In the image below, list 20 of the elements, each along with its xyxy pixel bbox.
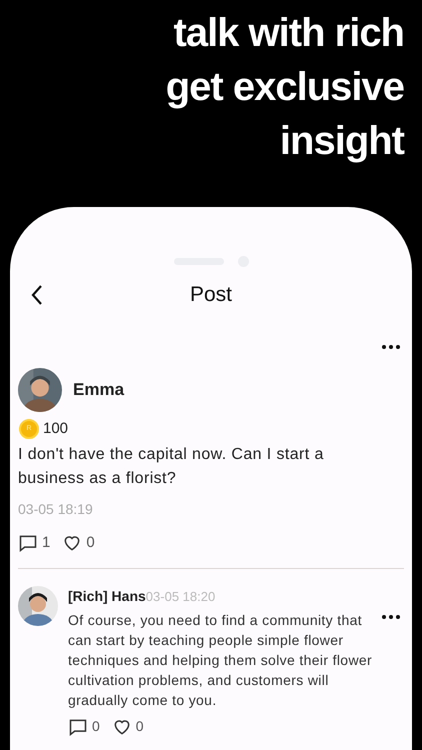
reply-time: 03-05 18:20 bbox=[146, 588, 216, 606]
comment-count: 1 bbox=[42, 532, 50, 552]
headline: get exclusive bbox=[166, 64, 404, 111]
author-name: Emma bbox=[73, 379, 124, 402]
like-count: 0 bbox=[86, 532, 95, 552]
comment-icon[interactable] bbox=[18, 532, 38, 553]
like-count: 0 bbox=[136, 717, 144, 736]
back-icon[interactable] bbox=[30, 284, 44, 306]
post-text: I don't have the capital now. Can I start a business as a florist? bbox=[18, 444, 325, 488]
coin-count: 100 bbox=[43, 419, 68, 439]
post-time: 03-05 18:19 bbox=[18, 500, 94, 518]
comment-icon[interactable] bbox=[68, 716, 88, 736]
comment-count: 0 bbox=[92, 717, 100, 736]
headline: insight bbox=[280, 118, 404, 165]
nav-title: Post bbox=[190, 282, 232, 308]
more-icon[interactable] bbox=[382, 615, 400, 619]
reply-author: [Rich] Hans bbox=[68, 587, 146, 606]
headline: talk with rich bbox=[174, 10, 404, 57]
more-icon[interactable] bbox=[382, 345, 400, 349]
reply-text: Of course, you need to find a community that can start by teaching people simple flower techniques and helping them solve their flower cultivation problems, and customers will gradually come to you. bbox=[68, 611, 374, 710]
